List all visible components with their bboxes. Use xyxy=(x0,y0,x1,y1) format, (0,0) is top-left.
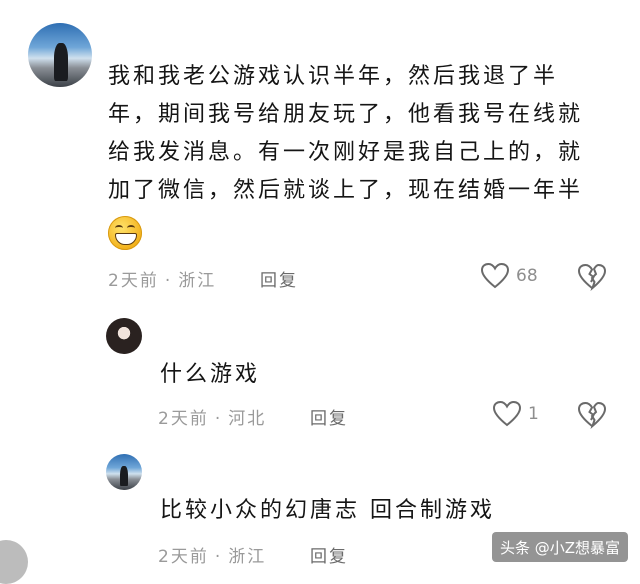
reply-button[interactable]: 回复 xyxy=(310,542,348,567)
avatar xyxy=(0,540,28,584)
comment-time: 2天前 xyxy=(108,271,159,291)
comment-line: 年，期间我号给朋友玩了，他看我号在线就 xyxy=(108,102,584,127)
like-count: 68 xyxy=(516,266,538,286)
heart-outline-icon xyxy=(492,400,522,428)
comment-line: 给我发消息。有一次刚好是我自己上的，就 xyxy=(108,140,584,165)
comment-text: 什么游戏 xyxy=(160,362,261,387)
comment-meta: 2天前 · 河北 xyxy=(158,404,266,429)
comment-location: 浙江 xyxy=(228,547,267,567)
comment-text: 我和我老公游戏认识半年，然后我退了半 年，期间我号给朋友玩了，他看我号在线就 给… xyxy=(108,58,628,210)
comment-text: 比较小众的幻唐志 回合制游戏 xyxy=(160,498,495,523)
heart-outline-icon xyxy=(480,262,510,290)
reply-button[interactable]: 回复 xyxy=(260,266,298,291)
comment-time: 2天前 xyxy=(158,547,209,567)
meta-separator: · xyxy=(164,271,173,291)
like-count: 1 xyxy=(528,404,539,424)
meta-separator: · xyxy=(214,409,223,429)
reply-button[interactable]: 回复 xyxy=(310,404,348,429)
broken-heart-icon[interactable] xyxy=(577,263,607,291)
avatar[interactable] xyxy=(106,454,142,490)
comment-line: 我和我老公游戏认识半年，然后我退了半 xyxy=(108,64,559,89)
comment-meta: 2天前 · 浙江 xyxy=(158,542,266,567)
comment-location: 浙江 xyxy=(178,271,217,291)
grinning-face-icon xyxy=(108,216,142,250)
comment-line: 加了微信，然后就谈上了，现在结婚一年半 xyxy=(108,178,584,203)
comment-location: 河北 xyxy=(228,409,267,429)
like-button[interactable]: 68 xyxy=(480,262,538,290)
broken-heart-icon[interactable] xyxy=(577,401,607,429)
comment-meta: 2天前 · 浙江 xyxy=(108,266,216,291)
meta-separator: · xyxy=(214,547,223,567)
avatar[interactable] xyxy=(28,23,92,87)
comment-time: 2天前 xyxy=(158,409,209,429)
like-button[interactable]: 1 xyxy=(492,400,539,428)
avatar[interactable] xyxy=(106,318,142,354)
watermark: 头条 @小Z想暴富 xyxy=(492,532,629,562)
